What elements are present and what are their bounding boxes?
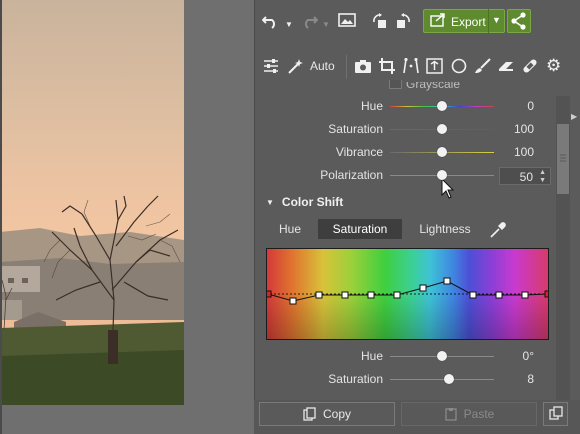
curve-plot (267, 249, 548, 339)
shift-slider-hue-value: 0° (522, 349, 534, 363)
decrement-icon[interactable]: ▼ (539, 177, 546, 184)
photo-landscape (0, 195, 184, 405)
undo-history-chevron-icon[interactable]: ▼ (285, 17, 293, 33)
gear-icon[interactable]: ⚙ (546, 57, 561, 74)
rotate-left-icon[interactable] (371, 12, 389, 34)
toolbar-divider (346, 55, 347, 79)
increment-icon[interactable]: ▲ (539, 169, 546, 176)
share-button[interactable] (507, 9, 531, 33)
slider-hue-thumb[interactable] (437, 101, 447, 111)
tab-hue[interactable]: Hue (270, 219, 310, 239)
paste-button[interactable]: Paste (401, 402, 537, 426)
export-label: Export (451, 15, 486, 29)
color-shift-header[interactable]: ▼ Color Shift (266, 195, 343, 209)
tab-saturation[interactable]: Saturation (318, 219, 402, 239)
slider-saturation-value: 100 (513, 122, 534, 136)
redo-history-chevron-icon[interactable]: ▼ (322, 17, 330, 33)
duplicate-icon (548, 406, 563, 420)
brush-icon[interactable] (474, 58, 492, 78)
camera-icon[interactable] (354, 58, 372, 78)
magic-wand-icon[interactable] (287, 58, 305, 78)
redo-icon[interactable] (300, 13, 319, 33)
duplicate-button[interactable] (543, 402, 568, 426)
sliders-icon[interactable] (262, 58, 280, 78)
color-shift-curve[interactable] (266, 248, 549, 340)
shift-slider-hue-label: Hue (360, 349, 383, 363)
undo-icon[interactable] (261, 13, 280, 33)
copy-label: Copy (322, 407, 351, 421)
polarization-input[interactable]: 50 ▲ ▼ (499, 167, 551, 185)
tab-lightness[interactable]: Lightness (412, 219, 478, 239)
circle-icon[interactable] (451, 58, 469, 78)
slider-vibrance-value: 100 (513, 145, 534, 159)
mouse-cursor (441, 178, 455, 199)
eraser-icon[interactable] (497, 58, 515, 78)
paste-label: Paste (463, 407, 495, 421)
auto-label[interactable]: Auto (310, 59, 335, 73)
app-window: ▼ ▼ Export ▼ Auto ⚙ Grayscale 50 ▲ ▼ ▼ C… (0, 0, 580, 434)
copy-button[interactable]: Copy (259, 402, 395, 426)
crop-icon[interactable] (378, 58, 396, 78)
slider-vibrance-label: Vibrance (335, 145, 383, 159)
scrollbar-thumb[interactable] (557, 124, 569, 194)
collapse-triangle-icon: ▼ (266, 198, 274, 207)
share-icon (511, 12, 526, 30)
rotate-right-icon[interactable] (394, 12, 412, 34)
image-icon[interactable] (338, 12, 356, 32)
shift-slider-hue-thumb[interactable] (437, 351, 447, 361)
slider-vibrance-thumb[interactable] (437, 147, 447, 157)
photo-image (0, 0, 184, 405)
slider-saturation-label: Saturation (328, 122, 383, 136)
grayscale-checkbox[interactable] (389, 80, 402, 89)
slider-polarization-thumb[interactable] (437, 170, 447, 180)
paste-icon (445, 408, 457, 421)
slider-hue-value: 0 (527, 99, 534, 113)
shift-slider-saturation-label: Saturation (328, 372, 383, 386)
panel-divider[interactable] (254, 0, 255, 434)
photo-viewport[interactable] (0, 0, 254, 434)
shift-slider-saturation-track[interactable] (390, 379, 494, 380)
window-edge (0, 0, 2, 434)
text-box-icon[interactable] (426, 58, 444, 78)
scroll-up-icon[interactable]: ▶ (571, 112, 577, 121)
color-shift-title: Color Shift (281, 195, 344, 209)
polarization-value: 50 (519, 170, 533, 184)
eyedropper-icon[interactable] (489, 221, 507, 242)
chevron-down-icon: ▼ (492, 15, 501, 25)
slider-polarization-label: Polarization (320, 168, 383, 182)
slider-saturation-thumb[interactable] (437, 124, 447, 134)
shift-slider-saturation-value: 8 (527, 372, 534, 386)
bandage-icon[interactable] (521, 58, 539, 78)
export-dropdown[interactable]: ▼ (488, 9, 505, 33)
slider-hue-label: Hue (360, 99, 383, 113)
export-icon (430, 13, 446, 30)
perspective-icon[interactable] (402, 57, 420, 78)
copy-icon (303, 407, 316, 421)
